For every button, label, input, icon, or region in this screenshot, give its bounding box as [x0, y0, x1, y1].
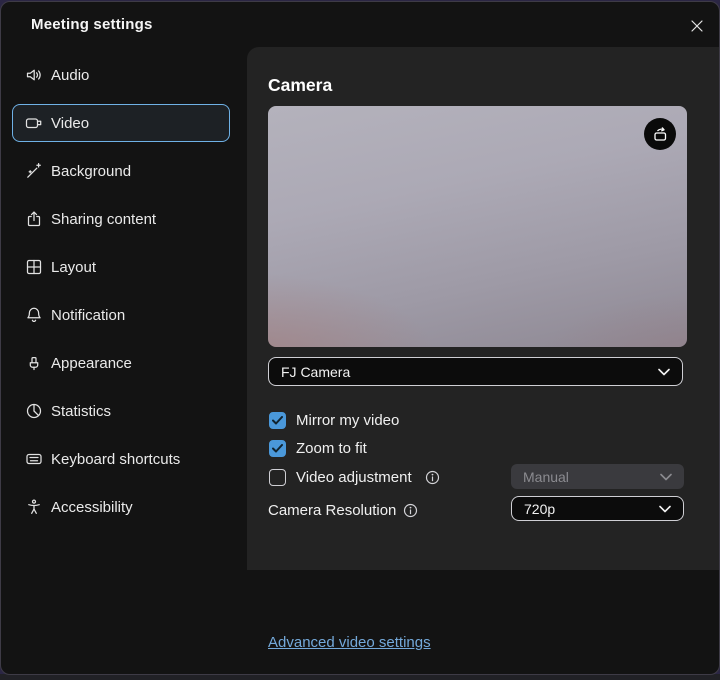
mirror-my-video-label: Mirror my video — [296, 412, 399, 429]
sidebar-item-label: Sharing content — [51, 211, 156, 228]
speaker-icon — [25, 66, 43, 84]
chevron-down-icon — [660, 473, 672, 481]
checkmark-icon — [272, 444, 283, 453]
close-icon — [690, 19, 704, 33]
meeting-settings-dialog: Meeting settings Audio Video Background Sha… — [0, 1, 720, 675]
zoom-to-fit-row: Zoom to fit — [269, 439, 367, 457]
dialog-title: Meeting settings — [31, 16, 153, 33]
sidebar-item-sharing-content[interactable]: Sharing content — [12, 200, 230, 238]
camera-resolution-select[interactable]: 720p — [511, 496, 684, 521]
grid-icon — [25, 258, 43, 276]
title-bar: Meeting settings — [1, 2, 719, 48]
keyboard-icon — [25, 450, 43, 468]
video-adjustment-label: Video adjustment — [296, 469, 412, 486]
share-icon — [25, 210, 43, 228]
camera-resolution-row: Camera Resolution — [268, 502, 418, 519]
mirror-my-video-checkbox[interactable] — [269, 412, 286, 429]
camera-resolution-label: Camera Resolution — [268, 502, 396, 519]
sidebar-item-label: Video — [51, 115, 89, 132]
sidebar-item-label: Keyboard shortcuts — [51, 451, 180, 468]
camera-device-value: FJ Camera — [281, 364, 350, 380]
sidebar-item-audio[interactable]: Audio — [12, 56, 230, 94]
pie-chart-icon — [25, 402, 43, 420]
settings-sidebar: Audio Video Background Sharing content Layou… — [1, 50, 247, 674]
video-adjustment-row: Video adjustment — [269, 468, 440, 486]
sidebar-item-video[interactable]: Video — [12, 104, 230, 142]
rotate-camera-button[interactable] — [644, 118, 676, 150]
sidebar-item-accessibility[interactable]: Accessibility — [12, 488, 230, 526]
sidebar-item-label: Statistics — [51, 403, 111, 420]
camera-resolution-value: 720p — [524, 501, 555, 517]
video-camera-icon — [25, 114, 43, 132]
zoom-to-fit-checkbox[interactable] — [269, 440, 286, 457]
sidebar-item-background[interactable]: Background — [12, 152, 230, 190]
sidebar-item-layout[interactable]: Layout — [12, 248, 230, 286]
bell-icon — [25, 306, 43, 324]
camera-resolution-info-icon[interactable] — [403, 503, 418, 518]
magic-wand-icon — [25, 162, 43, 180]
chevron-down-icon — [659, 505, 671, 513]
chevron-down-icon — [658, 368, 670, 376]
advanced-video-settings-link[interactable]: Advanced video settings — [268, 634, 431, 651]
mirror-my-video-row: Mirror my video — [269, 411, 399, 429]
video-adjustment-checkbox[interactable] — [269, 469, 286, 486]
close-button[interactable] — [683, 12, 711, 40]
sidebar-item-statistics[interactable]: Statistics — [12, 392, 230, 430]
sidebar-item-notification[interactable]: Notification — [12, 296, 230, 334]
sidebar-item-label: Audio — [51, 67, 89, 84]
sidebar-item-appearance[interactable]: Appearance — [12, 344, 230, 382]
zoom-to-fit-label: Zoom to fit — [296, 440, 367, 457]
rotate-camera-icon — [652, 126, 669, 143]
sidebar-item-label: Background — [51, 163, 131, 180]
section-heading: Camera — [268, 75, 332, 96]
sidebar-item-label: Appearance — [51, 355, 132, 372]
paintbrush-icon — [25, 354, 43, 372]
sidebar-item-label: Layout — [51, 259, 96, 276]
checkmark-icon — [272, 416, 283, 425]
video-adjustment-info-icon[interactable] — [425, 470, 440, 485]
sidebar-item-label: Notification — [51, 307, 125, 324]
sidebar-item-keyboard-shortcuts[interactable]: Keyboard shortcuts — [12, 440, 230, 478]
camera-preview — [268, 106, 687, 347]
accessibility-icon — [25, 498, 43, 516]
video-settings-panel: Camera FJ Camera Mirror my video — [247, 47, 720, 570]
video-adjustment-mode-value: Manual — [523, 469, 569, 485]
sidebar-item-label: Accessibility — [51, 499, 133, 516]
video-adjustment-mode-select[interactable]: Manual — [511, 464, 684, 489]
camera-device-select[interactable]: FJ Camera — [268, 357, 683, 386]
